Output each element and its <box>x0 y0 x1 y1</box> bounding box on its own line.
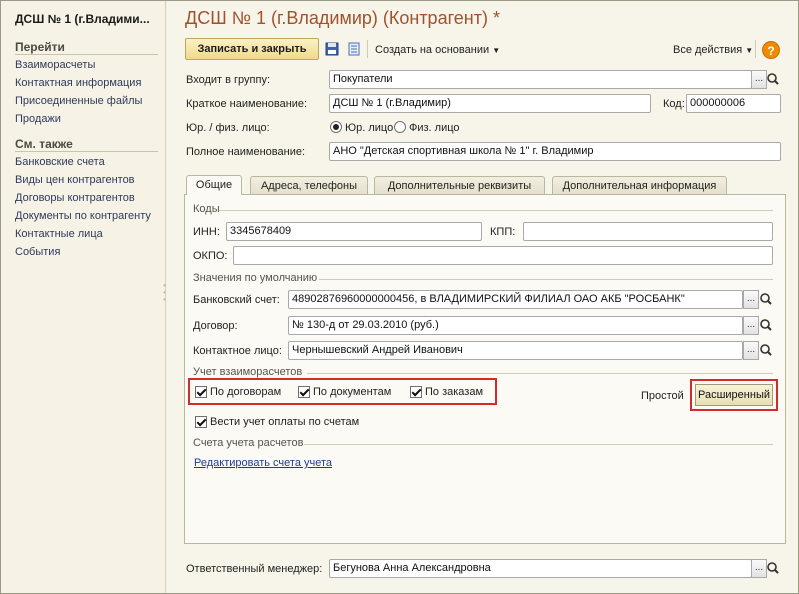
by-orders-checkbox[interactable] <box>410 386 422 398</box>
divider <box>15 54 158 55</box>
simple-mode-option[interactable]: Простой <box>641 390 684 402</box>
settlements-group-title: Учет взаиморасчетов <box>193 366 303 378</box>
divider <box>307 373 773 374</box>
tab-extra-info[interactable]: Дополнительная информация <box>552 176 727 195</box>
code-input[interactable]: 000000006 <box>686 94 781 113</box>
search-icon[interactable] <box>759 290 773 309</box>
form-title: ДСШ № 1 (г.Владимир) (Контрагент) * <box>185 8 500 28</box>
inn-label: ИНН: <box>193 226 220 238</box>
nav-link-documents[interactable]: Документы по контрагенту <box>15 210 151 222</box>
codes-group-title: Коды <box>193 203 220 215</box>
accounts-group-title: Счета учета расчетов <box>193 437 304 449</box>
by-orders-label: По заказам <box>425 386 484 398</box>
edit-accounts-link[interactable]: Редактировать счета учета <box>194 457 332 469</box>
nav-link-price-types[interactable]: Виды цен контрагентов <box>15 174 135 186</box>
create-based-on-menu[interactable]: Создать на основании ▼ <box>375 44 500 56</box>
code-label: Код: <box>663 98 685 110</box>
toolbar-separator <box>367 40 368 58</box>
form-panel: ДСШ № 1 (г.Владимир) (Контрагент) * Запи… <box>167 0 799 594</box>
nav-link-contact-info[interactable]: Контактная информация <box>15 77 141 89</box>
nav-link-bank-accounts[interactable]: Банковские счета <box>15 156 105 168</box>
defaults-group-title: Значения по умолчанию <box>193 272 318 284</box>
legal-entity-radio[interactable] <box>330 121 342 133</box>
kpp-input[interactable] <box>523 222 773 241</box>
search-icon[interactable] <box>759 316 773 335</box>
group-label: Входит в группу: <box>186 74 270 86</box>
bank-account-input[interactable]: 48902876960000000456, в ВЛАДИМИРСКИЙ ФИЛ… <box>288 290 743 309</box>
create-based-on-label: Создать на основании <box>375 44 490 56</box>
tab-general[interactable]: Общие <box>186 175 242 195</box>
splitter-handle[interactable]: • • • <box>163 282 166 304</box>
nav-link-attached-files[interactable]: Присоединенные файлы <box>15 95 142 107</box>
inn-input[interactable]: 3345678409 <box>226 222 482 241</box>
goto-header: Перейти <box>15 40 65 54</box>
full-name-label: Полное наименование: <box>186 146 306 158</box>
kpp-label: КПП: <box>490 226 516 238</box>
full-name-input[interactable]: АНО "Детская спортивная школа № 1" г. Вл… <box>329 142 781 161</box>
okpo-label: ОКПО: <box>193 250 228 262</box>
select-button[interactable]: ... <box>743 290 759 309</box>
divider <box>15 151 158 152</box>
toolbar-separator <box>755 40 756 58</box>
select-button[interactable]: ... <box>743 341 759 360</box>
nav-link-contracts[interactable]: Договоры контрагентов <box>15 192 135 204</box>
search-icon[interactable] <box>759 341 773 360</box>
all-actions-menu[interactable]: Все действия ▼ <box>673 44 753 56</box>
by-documents-label: По документам <box>313 386 392 398</box>
short-name-label: Краткое наименование: <box>186 98 308 110</box>
nav-link-events[interactable]: События <box>15 246 60 258</box>
legal-entity-label: Юр. лицо <box>345 122 394 134</box>
search-icon[interactable] <box>766 559 780 578</box>
contact-person-input[interactable]: Чернышевский Андрей Иванович <box>288 341 743 360</box>
bank-account-label: Банковский счет: <box>193 294 280 306</box>
individual-radio[interactable] <box>394 121 406 133</box>
list-icon[interactable] <box>347 42 361 56</box>
contract-input[interactable]: № 130-д от 29.03.2010 (руб.) <box>288 316 743 335</box>
contact-person-label: Контактное лицо: <box>193 345 282 357</box>
select-button[interactable]: ... <box>743 316 759 335</box>
save-and-close-button[interactable]: Записать и закрыть <box>185 38 319 60</box>
invoice-tracking-label: Вести учет оплаты по счетам <box>210 416 360 428</box>
tab-addresses[interactable]: Адреса, телефоны <box>250 176 368 195</box>
by-contracts-checkbox[interactable] <box>195 386 207 398</box>
tab-extra-details[interactable]: Дополнительные реквизиты <box>374 176 545 195</box>
individual-label: Физ. лицо <box>409 122 460 134</box>
short-name-input[interactable]: ДСШ № 1 (г.Владимир) <box>329 94 651 113</box>
chevron-down-icon: ▼ <box>745 46 754 55</box>
divider <box>219 210 773 211</box>
group-input[interactable]: Покупатели <box>329 70 752 89</box>
nav-link-sales[interactable]: Продажи <box>15 113 61 125</box>
navigation-panel: ДСШ № 1 (г.Владими... Перейти Взаиморасч… <box>0 0 166 594</box>
select-button[interactable]: ... <box>751 70 767 89</box>
help-button[interactable]: ? <box>762 41 780 59</box>
manager-label: Ответственный менеджер: <box>186 563 323 575</box>
manager-input[interactable]: Бегунова Анна Александровна <box>329 559 752 578</box>
contract-label: Договор: <box>193 320 238 332</box>
panel-title: ДСШ № 1 (г.Владими... <box>15 12 150 26</box>
all-actions-label: Все действия <box>673 44 743 56</box>
nav-link-contact-persons[interactable]: Контактные лица <box>15 228 103 240</box>
search-icon[interactable] <box>766 70 780 89</box>
by-contracts-label: По договорам <box>210 386 282 398</box>
entity-type-label: Юр. / физ. лицо: <box>186 122 270 134</box>
invoice-tracking-checkbox[interactable] <box>195 416 207 428</box>
divider <box>304 444 773 445</box>
chevron-down-icon: ▼ <box>492 46 501 55</box>
okpo-input[interactable] <box>233 246 773 265</box>
extended-mode-button[interactable]: Расширенный <box>695 384 773 406</box>
nav-link-settlements[interactable]: Взаиморасчеты <box>15 59 95 71</box>
by-documents-checkbox[interactable] <box>298 386 310 398</box>
divider <box>319 279 773 280</box>
select-button[interactable]: ... <box>751 559 767 578</box>
see-also-header: См. также <box>15 137 73 151</box>
save-icon[interactable] <box>325 42 339 56</box>
